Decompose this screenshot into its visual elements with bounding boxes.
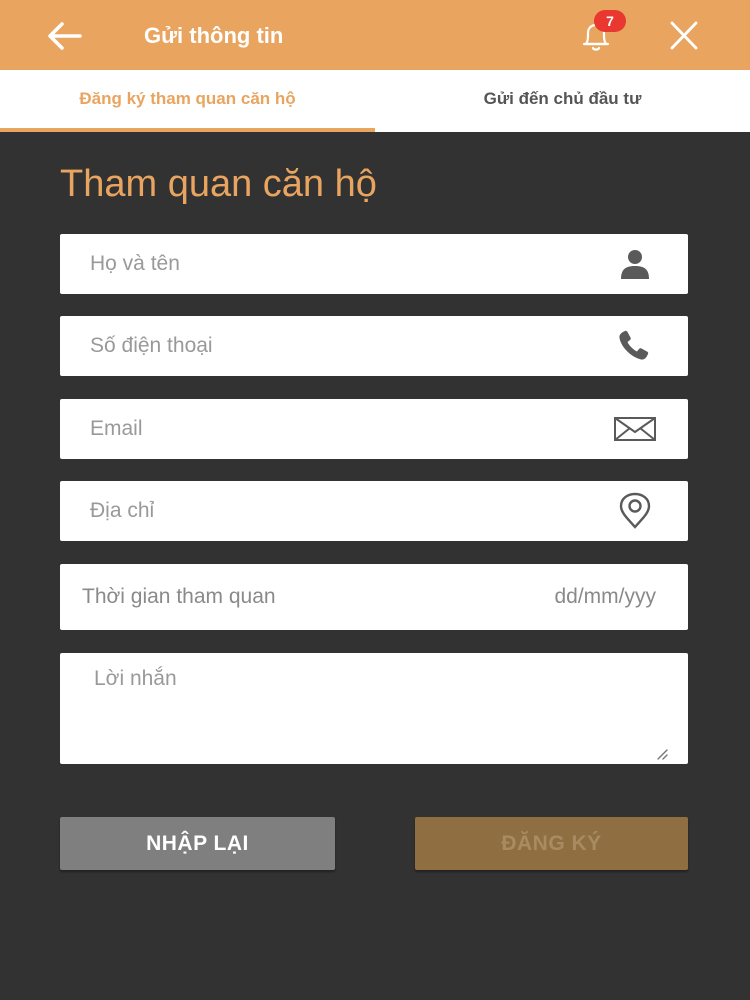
- reset-button[interactable]: NHẬP LẠI: [60, 817, 335, 870]
- phone-field: [60, 316, 688, 376]
- active-tab-indicator: [0, 128, 375, 132]
- address-field: [60, 481, 688, 541]
- message-textarea[interactable]: [60, 653, 688, 764]
- user-icon: [614, 245, 656, 283]
- back-arrow-icon[interactable]: [44, 20, 84, 52]
- email-field: [60, 399, 688, 459]
- register-button[interactable]: ĐĂNG KÝ: [415, 817, 688, 870]
- email-input[interactable]: [60, 399, 688, 459]
- phone-input[interactable]: [60, 316, 688, 376]
- resize-handle-icon[interactable]: [654, 746, 668, 760]
- tab-register-visit[interactable]: Đăng ký tham quan căn hộ: [0, 70, 375, 132]
- close-icon[interactable]: [664, 18, 704, 54]
- visit-time-label: Thời gian tham quan: [82, 585, 276, 608]
- phone-icon: [614, 327, 656, 365]
- visit-time-field[interactable]: Thời gian tham quan dd/mm/yyy: [60, 564, 688, 630]
- header-title: Gửi thông tin: [144, 23, 284, 48]
- notification-badge: 7: [594, 10, 626, 32]
- name-field: [60, 234, 688, 294]
- tab-bar: Đăng ký tham quan căn hộ Gửi đến chủ đầu…: [0, 70, 750, 132]
- visit-time-date-input[interactable]: dd/mm/yyy: [554, 564, 656, 630]
- address-input[interactable]: [60, 481, 688, 541]
- tab-send-to-investor[interactable]: Gửi đến chủ đầu tư: [375, 70, 750, 132]
- location-pin-icon: [614, 492, 656, 530]
- app-header: Gửi thông tin 7: [0, 0, 750, 70]
- envelope-icon: [614, 410, 656, 448]
- message-field: [60, 653, 688, 764]
- name-input[interactable]: [60, 234, 688, 294]
- form-title: Tham quan căn hộ: [60, 163, 377, 205]
